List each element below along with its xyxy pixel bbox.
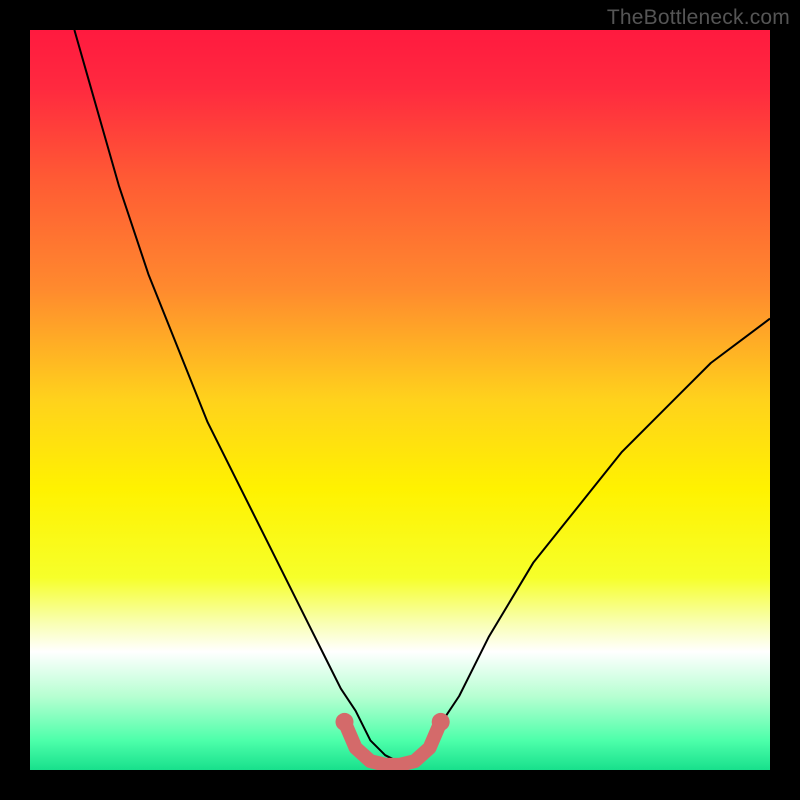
chart-frame: TheBottleneck.com [0,0,800,800]
sweet-spot-highlight-endpoint [336,713,354,731]
watermark-text: TheBottleneck.com [607,6,790,30]
sweet-spot-highlight-endpoint [432,713,450,731]
chart-background [30,30,770,770]
bottleneck-chart [30,30,770,770]
